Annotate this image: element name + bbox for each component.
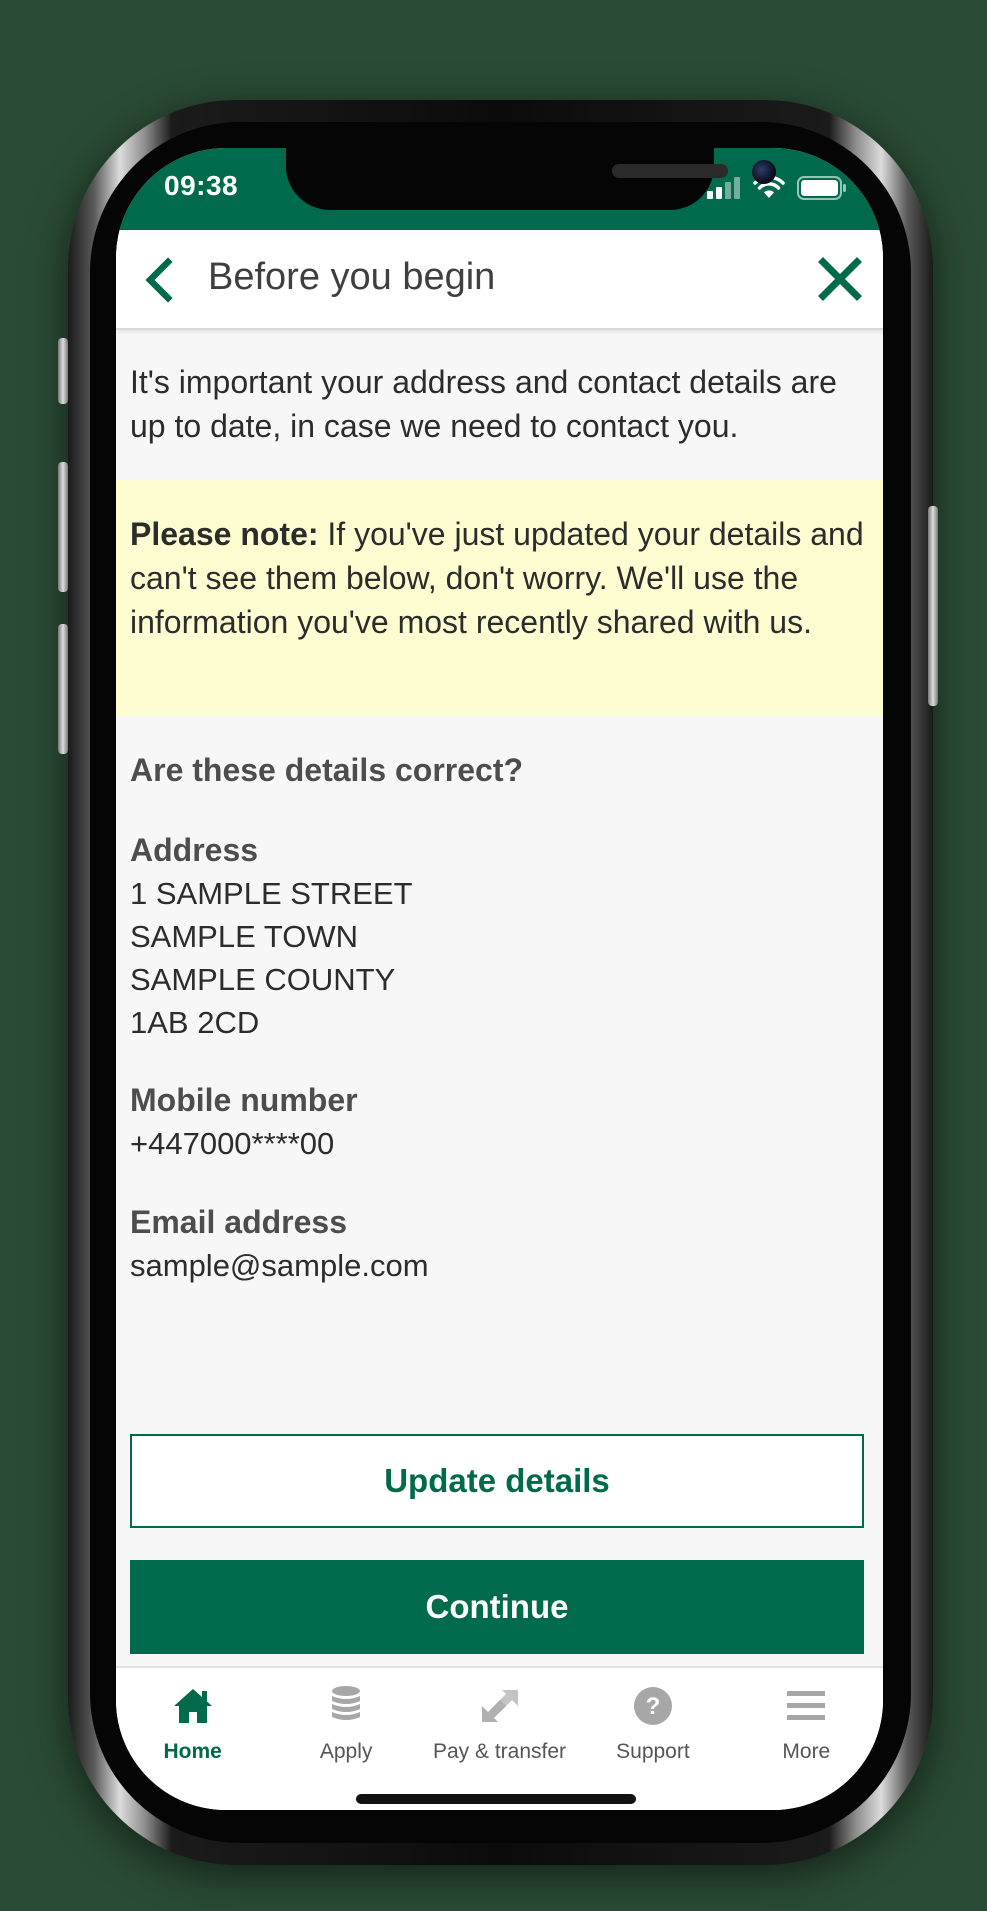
tab-label: Apply	[319, 1740, 373, 1763]
close-button[interactable]	[817, 256, 863, 302]
tab-label: Pay & transfer	[432, 1740, 567, 1763]
back-button[interactable]	[140, 256, 180, 304]
menu-lines-icon	[787, 1691, 826, 1720]
address-line: 1 SAMPLE STREET	[130, 876, 413, 911]
notch	[286, 148, 776, 210]
update-details-button[interactable]: Update details	[130, 1434, 864, 1528]
status-icons	[707, 176, 847, 200]
coins-stack-icon	[332, 1686, 361, 1720]
mobile-label: Mobile number	[130, 1082, 358, 1118]
email-value: sample@sample.com	[130, 1248, 429, 1283]
volume-up-button	[58, 462, 68, 592]
address-line: SAMPLE TOWN	[130, 919, 358, 954]
signal-icon	[707, 177, 740, 199]
screen: 09:38 Before you begin It's important yo…	[116, 148, 883, 1810]
note-label: Please note:	[130, 516, 319, 552]
address-line: SAMPLE COUNTY	[130, 962, 396, 997]
svg-text:?: ?	[646, 1693, 661, 1720]
tab-label: More	[782, 1740, 831, 1763]
close-icon	[818, 257, 862, 301]
address-label: Address	[130, 832, 259, 868]
power-button	[928, 506, 938, 706]
tab-bar: Home Apply Pay & transfer ? Support More	[116, 1666, 883, 1810]
home-indicator[interactable]	[356, 1794, 636, 1804]
address-section: Address 1 SAMPLE STREET SAMPLE TOWN SAMP…	[130, 828, 413, 1044]
silent-switch	[58, 338, 68, 404]
tab-support[interactable]: ? Support	[576, 1668, 729, 1810]
front-camera	[752, 160, 776, 184]
tab-home[interactable]: Home	[116, 1668, 269, 1810]
intro-text: It's important your address and contact …	[130, 364, 837, 444]
volume-down-button	[58, 624, 68, 754]
note-box: Please note: If you've just updated your…	[116, 480, 883, 716]
status-time: 09:38	[164, 170, 239, 201]
tab-pay-transfer[interactable]: Pay & transfer	[423, 1668, 576, 1810]
tab-apply[interactable]: Apply	[269, 1668, 422, 1810]
mobile-section: Mobile number +447000****00	[130, 1078, 358, 1165]
mobile-value: +447000****00	[130, 1126, 335, 1161]
chevron-left-icon	[145, 257, 173, 303]
email-section: Email address sample@sample.com	[130, 1200, 429, 1287]
transfer-arrows-icon	[481, 1690, 518, 1722]
tab-label: Support	[616, 1740, 690, 1763]
address-line: 1AB 2CD	[130, 1005, 260, 1040]
tab-more[interactable]: More	[730, 1668, 883, 1810]
earpiece-speaker	[612, 164, 728, 178]
email-label: Email address	[130, 1204, 347, 1240]
page-title: Before you begin	[208, 256, 496, 298]
continue-button[interactable]: Continue	[130, 1560, 864, 1654]
home-icon	[173, 1689, 212, 1723]
confirm-question: Are these details correct?	[130, 752, 524, 788]
question-circle-icon: ?	[633, 1687, 672, 1725]
app-header: Before you begin	[116, 230, 883, 330]
battery-icon	[797, 176, 846, 200]
tab-label: Home	[163, 1740, 222, 1763]
